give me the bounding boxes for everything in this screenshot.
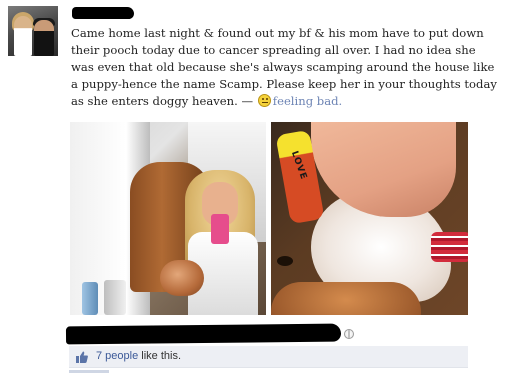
photo1-phone <box>211 214 229 244</box>
bottom-accent-bar <box>69 370 109 373</box>
profile-avatar[interactable] <box>8 6 58 56</box>
selfie-photo[interactable] <box>70 122 266 315</box>
photo1-cup <box>104 280 126 315</box>
photo2-dog-eye <box>277 256 293 266</box>
sad-face-icon <box>257 94 271 107</box>
likes-suffix: like this. <box>138 350 182 362</box>
post-text-line-1: Came home last night & found out my bf &… <box>71 26 484 40</box>
globe-icon[interactable] <box>344 329 354 339</box>
post-body: Came home last night & found out my bf &… <box>71 25 497 110</box>
thumbs-up-icon[interactable] <box>75 350 89 364</box>
photo1-dog <box>160 260 204 296</box>
post-text-line-5: as she enters doggy heaven. — feeling ba… <box>71 93 481 110</box>
post-text-line-5-text: as she enters doggy heaven. — <box>71 94 257 108</box>
photo2-bracelets <box>431 232 468 262</box>
post-text-line-3: was even that old because she's always s… <box>71 60 495 74</box>
post-text-line-2: their pooch today due to cancer spreadin… <box>71 43 476 57</box>
avatar-person-left <box>14 16 32 56</box>
photo1-bottle <box>82 282 98 315</box>
wristband-text: LOVE <box>288 149 309 182</box>
photo2-dog-brown-fur <box>271 282 421 315</box>
redacted-footer <box>65 323 342 345</box>
likes-people-link[interactable]: 7 people <box>96 350 138 362</box>
dog-photo[interactable]: LOVE <box>271 122 468 315</box>
post-text-line-4: a puppy-hence the name Scamp. Please kee… <box>71 77 497 91</box>
avatar-person-right <box>34 20 54 56</box>
likes-summary: 7 people like this. <box>96 350 181 362</box>
redacted-author-name <box>72 7 134 19</box>
likes-bar: 7 people like this. <box>69 346 468 368</box>
feeling-label[interactable]: feeling bad. <box>273 94 342 108</box>
